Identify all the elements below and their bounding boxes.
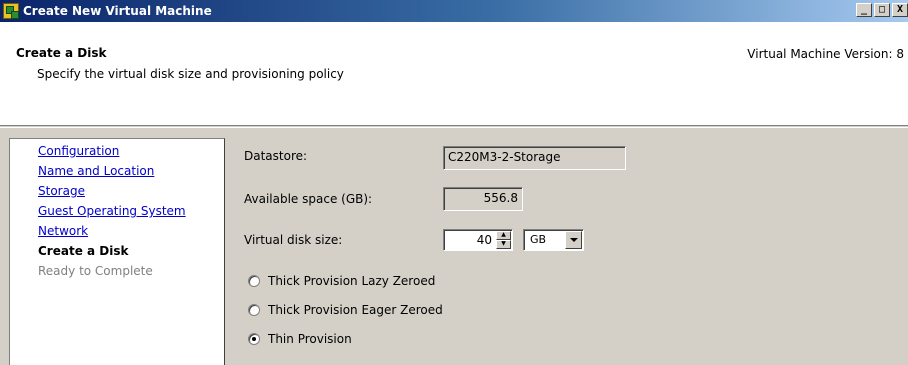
radio-thick-lazy-label[interactable]: Thick Provision Lazy Zeroed (268, 274, 435, 288)
nav-item-network[interactable]: Network (38, 224, 88, 238)
disk-size-label: Virtual disk size: (244, 233, 343, 247)
nav-item-ready-to-complete: Ready to Complete (38, 264, 153, 278)
maximize-button[interactable]: □ (874, 3, 890, 17)
spin-up-icon[interactable]: ▲ (496, 231, 511, 240)
disk-unit-select[interactable]: GB (523, 229, 584, 251)
step-description: Specify the virtual disk size and provis… (37, 67, 344, 81)
datastore-value: C220M3-2-Storage (448, 150, 561, 164)
window-title: Create New Virtual Machine (23, 4, 212, 18)
vm-version-label: Virtual Machine Version: 8 (747, 47, 904, 61)
disk-size-value: 40 (476, 233, 492, 247)
nav-item-name-and-location[interactable]: Name and Location (38, 164, 154, 178)
radio-thin-button[interactable] (248, 333, 260, 345)
nav-item-create-disk: Create a Disk (38, 244, 129, 258)
available-space-label: Available space (GB): (244, 192, 373, 206)
available-space-value: 556.8 (483, 191, 518, 205)
chevron-down-icon[interactable] (565, 231, 582, 249)
radio-thick-lazy[interactable]: Thick Provision Lazy Zeroed (248, 274, 435, 288)
radio-thick-eager-button[interactable] (248, 304, 260, 316)
radio-thick-lazy-button[interactable] (248, 275, 260, 287)
close-button[interactable]: X (892, 3, 908, 17)
nav-item-configuration[interactable]: Configuration (38, 144, 119, 158)
radio-thick-eager[interactable]: Thick Provision Eager Zeroed (248, 303, 443, 317)
available-space-field: 556.8 (443, 187, 523, 211)
nav-item-storage[interactable]: Storage (38, 184, 85, 198)
disk-size-input[interactable]: 40 ▲ ▼ (443, 229, 513, 251)
datastore-field: C220M3-2-Storage (443, 146, 626, 170)
header-divider (0, 127, 908, 128)
minimize-button[interactable]: _ (856, 3, 872, 17)
datastore-label: Datastore: (244, 149, 308, 163)
spin-down-icon[interactable]: ▼ (496, 240, 511, 249)
title-bar: Create New Virtual Machine _ □ X (0, 0, 908, 22)
radio-thick-eager-label[interactable]: Thick Provision Eager Zeroed (268, 303, 443, 317)
radio-thin[interactable]: Thin Provision (248, 332, 352, 346)
step-title: Create a Disk (16, 46, 107, 60)
disk-size-spinner[interactable]: ▲ ▼ (496, 231, 511, 249)
vm-app-icon (3, 3, 19, 19)
wizard-steps-nav: Configuration Name and Location Storage … (9, 138, 225, 365)
window-controls: _ □ X (854, 3, 908, 17)
disk-unit-value: GB (530, 233, 547, 246)
nav-item-guest-os[interactable]: Guest Operating System (38, 204, 186, 218)
wizard-header: Create a Disk Specify the virtual disk s… (0, 22, 908, 126)
radio-thin-label[interactable]: Thin Provision (268, 332, 352, 346)
